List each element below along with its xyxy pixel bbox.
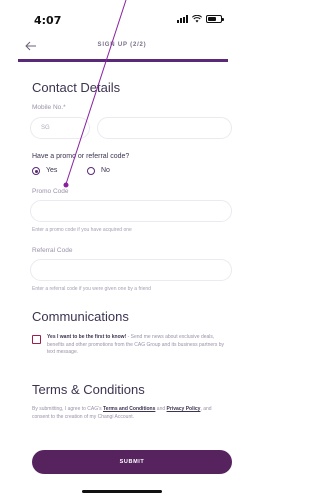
wifi-icon [192, 15, 202, 23]
page-title: SIGN UP (2/2) [97, 42, 147, 48]
terms-link[interactable]: Terms and Conditions [103, 406, 155, 412]
marketing-consent-text: Yes I want to be the first to know! - Se… [47, 334, 232, 357]
referral-code-input[interactable] [30, 259, 232, 281]
promo-code-helper: Enter a promo code if you have acquired … [32, 227, 132, 233]
country-code-value: SG [41, 125, 50, 131]
promo-code-label: Promo Code [32, 188, 69, 195]
referral-code-label: Referral Code [32, 247, 73, 254]
terms-text: By submitting, I agree to CAG's Terms an… [32, 406, 227, 421]
radio-no[interactable] [87, 167, 95, 175]
radio-yes-label: Yes [46, 167, 58, 174]
referral-code-helper: Enter a referral code if you were given … [32, 286, 151, 292]
mobile-label: Mobile No.* [32, 104, 66, 111]
terms-text-part-2: and [155, 406, 167, 412]
signal-icon [177, 15, 188, 23]
status-icons [177, 15, 224, 23]
status-time: 4:07 [34, 14, 62, 27]
status-bar: 4:07 [0, 0, 244, 36]
mobile-number-field[interactable] [97, 117, 232, 139]
terms-heading: Terms & Conditions [32, 382, 145, 397]
contact-details-heading: Contact Details [32, 80, 121, 95]
communications-heading: Communications [32, 309, 129, 324]
radio-yes[interactable] [32, 167, 40, 175]
home-indicator [82, 490, 162, 493]
terms-text-part-1: By submitting, I agree to CAG's [32, 406, 103, 412]
progress-fill [18, 59, 228, 62]
battery-icon [206, 15, 224, 23]
consent-bold-text: Yes I want to be the first to know! [47, 334, 127, 340]
progress-bar [18, 59, 228, 62]
annotation-dot [63, 182, 69, 188]
nav-bar: SIGN UP (2/2) [0, 36, 244, 58]
submit-button[interactable]: SUBMIT [32, 450, 232, 474]
marketing-consent-checkbox[interactable] [32, 335, 41, 344]
promo-question: Have a promo or referral code? [32, 153, 130, 160]
radio-no-label: No [101, 167, 110, 174]
country-code-field[interactable]: SG [30, 117, 90, 139]
privacy-link[interactable]: Privacy Policy [167, 406, 201, 412]
promo-code-input[interactable] [30, 200, 232, 222]
